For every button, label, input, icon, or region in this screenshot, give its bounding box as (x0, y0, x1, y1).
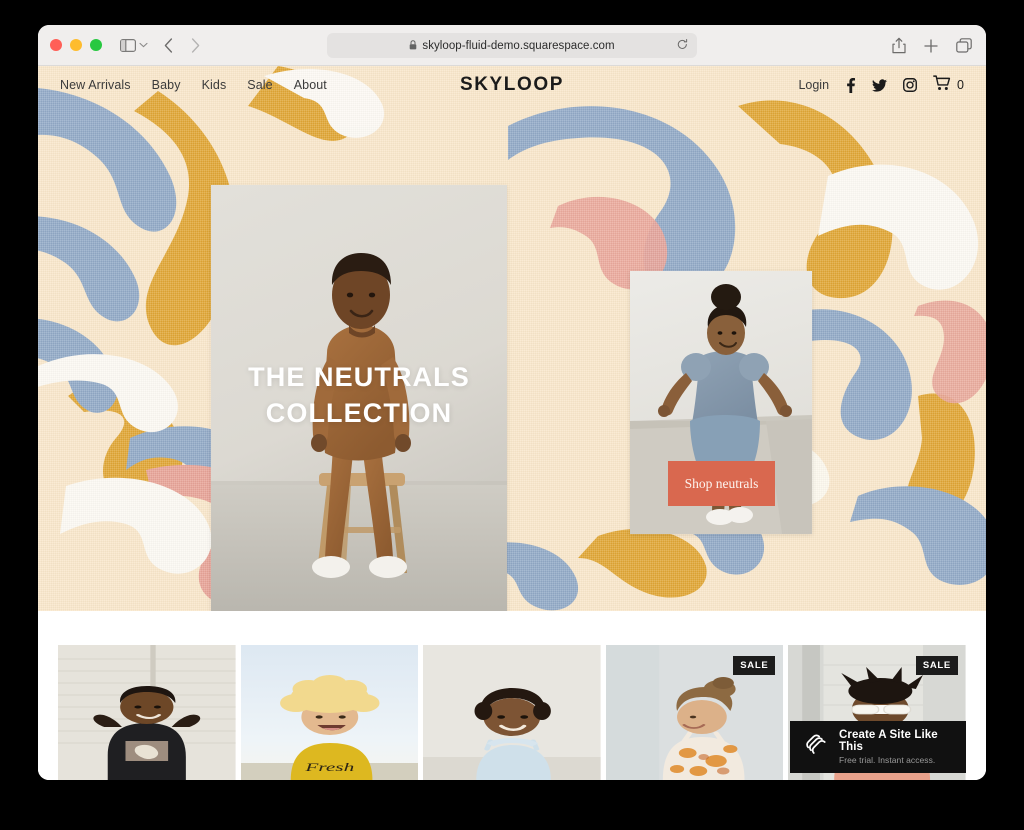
promo-text-block: Create A Site Like This Free trial. Inst… (839, 729, 953, 765)
shop-neutrals-button[interactable]: Shop neutrals (668, 461, 775, 506)
plus-icon[interactable] (924, 38, 938, 53)
product-photo-1 (58, 645, 236, 780)
window-traffic-lights (50, 39, 102, 51)
close-window-button[interactable] (50, 39, 62, 51)
sale-badge: SALE (733, 656, 776, 675)
hero-main-image[interactable]: THE NEUTRALS COLLECTION (211, 185, 507, 611)
sidebar-toggle-icon[interactable] (120, 38, 136, 52)
cart-count: 0 (957, 78, 964, 92)
shopping-cart-icon (933, 74, 951, 96)
share-icon[interactable] (892, 37, 906, 54)
page-viewport: New Arrivals Baby Kids Sale About SKYLOO… (38, 66, 986, 780)
login-link[interactable]: Login (798, 78, 829, 92)
header-utilities: Login 0 (798, 74, 964, 96)
svg-text:Fresh: Fresh (304, 761, 354, 774)
primary-nav: New Arrivals Baby Kids Sale About (60, 78, 327, 92)
product-photo-2: Fresh (240, 645, 419, 780)
hero-main-photo (211, 185, 507, 611)
sale-badge: SALE (915, 656, 958, 675)
product-grid: Fresh SALE SALE Create A Site Like This … (38, 611, 986, 780)
browser-toolbar: skyloop-fluid-demo.squarespace.com (38, 25, 986, 66)
nav-item-kids[interactable]: Kids (202, 78, 227, 92)
hero-section: New Arrivals Baby Kids Sale About SKYLOO… (38, 66, 986, 611)
nav-item-baby[interactable]: Baby (152, 78, 181, 92)
product-card-3[interactable] (423, 645, 601, 780)
browser-window: skyloop-fluid-demo.squarespace.com New A… (38, 25, 986, 780)
product-photo-3 (423, 645, 601, 780)
squarespace-logo-icon (803, 732, 829, 763)
minimize-window-button[interactable] (70, 39, 82, 51)
promo-title: Create A Site Like This (839, 729, 938, 753)
cart-button[interactable]: 0 (933, 74, 964, 96)
site-header: New Arrivals Baby Kids Sale About SKYLOO… (38, 66, 986, 104)
nav-item-sale[interactable]: Sale (247, 78, 272, 92)
facebook-icon[interactable] (845, 77, 856, 93)
tab-overview-icon[interactable] (956, 38, 972, 53)
promo-subtitle: Free trial. Instant access. (839, 755, 936, 765)
painted-background (38, 66, 986, 611)
address-bar[interactable]: skyloop-fluid-demo.squarespace.com (327, 33, 697, 58)
instagram-icon[interactable] (903, 78, 918, 92)
squarespace-promo-banner[interactable]: Create A Site Like This Free trial. Inst… (790, 721, 966, 773)
product-card-1[interactable] (58, 645, 236, 780)
chevron-down-icon[interactable] (139, 42, 148, 48)
url-text: skyloop-fluid-demo.squarespace.com (422, 39, 615, 52)
forward-arrow-icon[interactable] (191, 37, 200, 53)
nav-item-about[interactable]: About (294, 78, 327, 92)
back-arrow-icon[interactable] (164, 37, 173, 53)
product-card-4[interactable]: SALE (605, 645, 784, 780)
twitter-icon[interactable] (872, 78, 888, 92)
zoom-window-button[interactable] (90, 39, 102, 51)
toolbar-actions (892, 25, 972, 66)
reload-icon[interactable] (677, 38, 688, 53)
nav-item-new-arrivals[interactable]: New Arrivals (60, 78, 131, 92)
lock-icon (409, 39, 417, 52)
product-card-2[interactable]: Fresh (240, 645, 419, 780)
